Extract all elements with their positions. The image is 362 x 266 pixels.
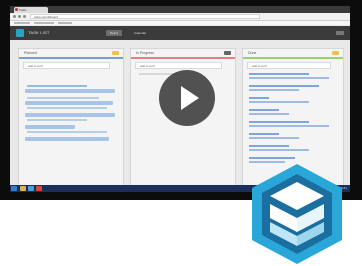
browser-tab-label: Trello xyxy=(19,8,27,12)
folder-icon[interactable] xyxy=(20,186,26,191)
card-title[interactable] xyxy=(27,107,107,109)
play-icon xyxy=(181,86,199,110)
nav-board[interactable]: Board xyxy=(106,30,123,36)
app-header: TASK LIST Board Calendar xyxy=(10,26,350,40)
card-title[interactable] xyxy=(249,157,295,159)
menu-icon[interactable] xyxy=(336,31,344,35)
card-title[interactable] xyxy=(249,85,319,87)
reload-icon[interactable] xyxy=(23,15,26,18)
card[interactable] xyxy=(25,101,113,105)
card-title[interactable] xyxy=(27,119,87,121)
url-input[interactable]: trello.com/b/board xyxy=(30,14,260,19)
add-card-button[interactable]: Add a card xyxy=(135,62,223,69)
add-card-button[interactable]: Add a card xyxy=(247,62,331,69)
play-button[interactable] xyxy=(159,70,215,126)
brand-logo-icon xyxy=(252,164,342,264)
column-accent xyxy=(19,57,123,59)
column-planned: Planned Add a card xyxy=(18,48,124,186)
add-card-button[interactable]: Add a card xyxy=(23,62,111,69)
card-title[interactable] xyxy=(249,97,269,99)
column-accent xyxy=(243,57,343,59)
column-accent xyxy=(131,57,235,59)
browser-icon[interactable] xyxy=(28,186,34,191)
card-title[interactable] xyxy=(249,145,289,147)
card-title[interactable] xyxy=(249,125,329,127)
card[interactable] xyxy=(25,137,109,141)
card-title[interactable] xyxy=(249,113,289,115)
card-title[interactable] xyxy=(249,73,309,75)
card[interactable] xyxy=(25,89,115,93)
favicon-icon xyxy=(15,8,18,11)
column-badge xyxy=(224,51,231,55)
app-title: TASK LIST xyxy=(28,30,50,35)
card-title[interactable] xyxy=(249,133,279,135)
card-title[interactable] xyxy=(249,137,299,139)
card-title[interactable] xyxy=(249,89,299,91)
card-title[interactable] xyxy=(249,101,309,103)
card-title[interactable] xyxy=(249,121,309,123)
bookmarks-bar xyxy=(10,21,350,25)
back-icon[interactable] xyxy=(13,15,16,18)
bookmark-item[interactable] xyxy=(34,22,54,24)
bookmark-item[interactable] xyxy=(58,22,72,24)
start-button[interactable] xyxy=(11,186,17,191)
app-logo-icon xyxy=(16,29,24,37)
column-badge xyxy=(332,51,339,55)
card-title[interactable] xyxy=(249,149,309,151)
column-header: In Progress xyxy=(136,51,154,55)
nav-calendar[interactable]: Calendar xyxy=(130,30,150,36)
card[interactable] xyxy=(25,125,75,129)
address-bar-row: trello.com/b/board xyxy=(10,13,350,21)
card-title[interactable] xyxy=(249,109,279,111)
card-title[interactable] xyxy=(249,77,329,79)
card-title[interactable] xyxy=(27,97,99,99)
bookmark-item[interactable] xyxy=(14,22,30,24)
column-badge xyxy=(112,51,119,55)
tab-strip: Trello xyxy=(10,6,350,13)
card-title[interactable] xyxy=(27,131,107,133)
forward-icon[interactable] xyxy=(18,15,21,18)
card[interactable] xyxy=(25,113,115,117)
app-icon[interactable] xyxy=(36,186,42,191)
column-header: Done xyxy=(248,51,257,55)
card-title[interactable] xyxy=(27,85,87,87)
column-header: Planned xyxy=(24,51,37,55)
